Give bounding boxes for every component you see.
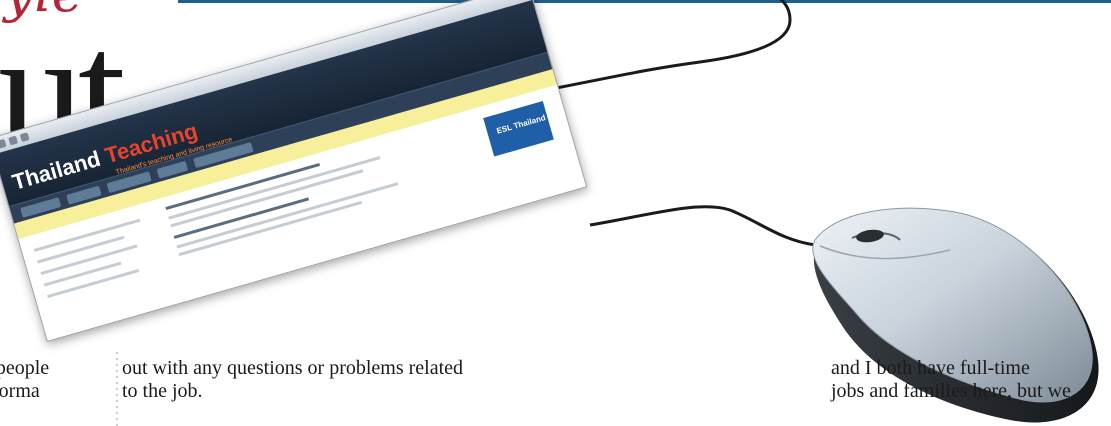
article-column-2-line: out with any questions or problems relat… <box>122 357 464 379</box>
article-column-2-line: to the job. <box>122 380 203 402</box>
article-column-1-line: nforma <box>0 380 40 402</box>
article-column-3: and I both have full-time jobs and famil… <box>831 357 1071 403</box>
magazine-page: yle ut Thailand Teaching Thailand's teac… <box>0 0 1111 426</box>
article-column-2: out with any questions or problems relat… <box>122 357 463 403</box>
article-column-1-line: e people <box>0 357 50 379</box>
article-column-3-line: and I both have full-time <box>831 357 1030 379</box>
article-column-3-line: jobs and families here, but we <box>831 380 1071 402</box>
article-column-1: e people nforma <box>0 357 112 403</box>
column-divider <box>114 350 120 426</box>
